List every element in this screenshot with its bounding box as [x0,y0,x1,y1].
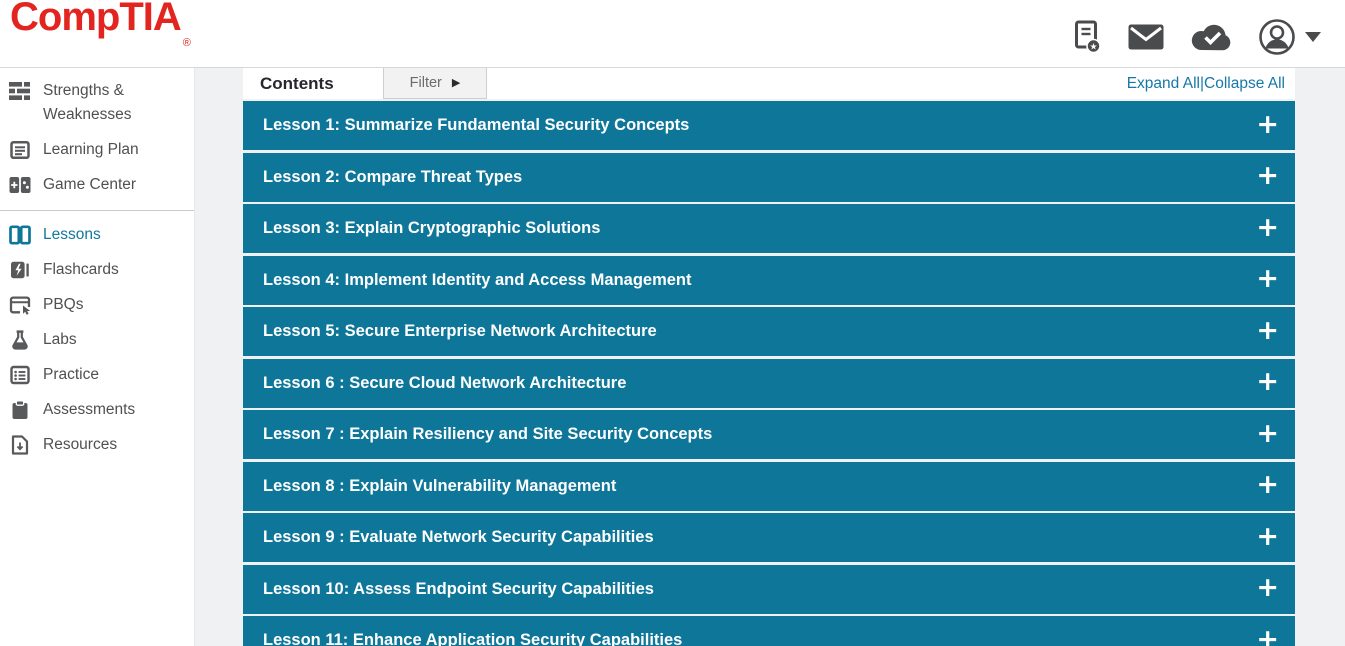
caret-down-icon [1305,32,1321,42]
lesson-title: Lesson 3: Explain Cryptographic Solution… [263,219,600,238]
filter-button[interactable]: Filter ▶ [383,68,487,99]
filter-arrow-icon: ▶ [452,78,460,89]
lesson-title: Lesson 10: Assess Endpoint Security Capa… [263,580,654,599]
lesson-title: Lesson 4: Implement Identity and Access … [263,271,692,290]
lesson-title: Lesson 1: Summarize Fundamental Security… [263,116,689,135]
expand-plus-icon[interactable]: + [1256,368,1279,395]
sidebar-item-flashcards[interactable]: Flashcards [0,253,194,288]
svg-text:★: ★ [1089,41,1097,51]
comptia-logo[interactable]: CompTIA ® [10,0,190,66]
logo-text: CompTIA [10,0,181,40]
sidebar-item-lessons[interactable]: Lessons [0,218,194,253]
expand-collapse-links: Expand All | Collapse All [1127,75,1295,93]
sidebar-divider [0,210,194,211]
lesson-title: Lesson 8 : Explain Vulnerability Managem… [263,477,616,496]
main-area: Strengths & Weaknesses Learning Plan [0,68,1345,646]
sidebar-item-learning-plan[interactable]: Learning Plan [0,133,194,168]
mail-icon[interactable] [1128,24,1164,50]
lesson-title: Lesson 7 : Explain Resiliency and Site S… [263,425,712,444]
lesson-row-7[interactable]: Lesson 7 : Explain Resiliency and Site S… [243,410,1295,459]
expand-all-link[interactable]: Expand All [1127,75,1200,93]
sidebar-item-strengths-weaknesses[interactable]: Strengths & Weaknesses [0,74,194,133]
account-menu[interactable] [1258,18,1321,56]
lesson-row-9[interactable]: Lesson 9 : Evaluate Network Security Cap… [243,513,1295,562]
top-header: CompTIA ® ★ [0,0,1345,68]
sidebar-item-labs[interactable]: Labs [0,323,194,358]
lesson-row-5[interactable]: Lesson 5: Secure Enterprise Network Arch… [243,307,1295,356]
expand-plus-icon[interactable]: + [1256,265,1279,292]
lesson-title: Lesson 6 : Secure Cloud Network Architec… [263,374,626,393]
sidebar-item-pbqs[interactable]: PBQs [0,288,194,323]
page-title: Contents [243,74,334,94]
sidebar-item-resources[interactable]: Resources [0,428,194,463]
learning-plan-icon [8,140,32,160]
sidebar-item-label: Assessments [43,398,135,422]
lesson-title: Lesson 11: Enhance Application Security … [263,631,682,646]
resources-download-icon [8,435,32,455]
expand-plus-icon[interactable]: + [1256,317,1279,344]
expand-plus-icon[interactable]: + [1256,523,1279,550]
sidebar-item-assessments[interactable]: Assessments [0,393,194,428]
sidebar-item-label: Labs [43,328,77,352]
expand-plus-icon[interactable]: + [1256,111,1279,138]
lesson-accordion-list: Lesson 1: Summarize Fundamental Security… [243,101,1295,646]
account-icon [1258,18,1296,56]
practice-list-icon [8,365,32,385]
sidebar-item-label: Learning Plan [43,138,139,162]
pbqs-icon [8,295,32,315]
expand-plus-icon[interactable]: + [1256,214,1279,241]
sidebar-nav: Strengths & Weaknesses Learning Plan [0,68,195,646]
lesson-row-11[interactable]: Lesson 11: Enhance Application Security … [243,616,1295,646]
flashcards-icon [8,260,32,280]
registered-mark: ® [183,20,190,66]
lesson-row-8[interactable]: Lesson 8 : Explain Vulnerability Managem… [243,462,1295,511]
expand-plus-icon[interactable]: + [1256,420,1279,447]
expand-plus-icon[interactable]: + [1256,626,1279,646]
lesson-row-6[interactable]: Lesson 6 : Secure Cloud Network Architec… [243,359,1295,408]
strengths-weaknesses-icon [8,81,32,101]
sidebar-item-label: Strengths & Weaknesses [43,79,184,127]
lessons-book-icon [8,225,32,245]
sidebar-item-label: Game Center [43,173,136,197]
lesson-row-3[interactable]: Lesson 3: Explain Cryptographic Solution… [243,204,1295,253]
lesson-row-1[interactable]: Lesson 1: Summarize Fundamental Security… [243,101,1295,150]
lesson-row-4[interactable]: Lesson 4: Implement Identity and Access … [243,256,1295,305]
report-star-icon[interactable]: ★ [1073,20,1101,54]
expand-plus-icon[interactable]: + [1256,162,1279,189]
sidebar-item-label: Flashcards [43,258,119,282]
lesson-title: Lesson 2: Compare Threat Types [263,168,522,187]
header-icon-bar: ★ [1073,18,1321,56]
sidebar-item-game-center[interactable]: Game Center [0,168,194,203]
sidebar-item-label: Lessons [43,223,101,247]
sidebar-item-label: PBQs [43,293,83,317]
collapse-all-link[interactable]: Collapse All [1204,75,1285,93]
game-center-icon [8,175,32,195]
lesson-title: Lesson 9 : Evaluate Network Security Cap… [263,528,654,547]
lesson-row-2[interactable]: Lesson 2: Compare Threat Types + [243,153,1295,202]
lesson-title: Lesson 5: Secure Enterprise Network Arch… [263,322,657,341]
expand-plus-icon[interactable]: + [1256,574,1279,601]
expand-plus-icon[interactable]: + [1256,471,1279,498]
sidebar-item-label: Resources [43,433,117,457]
content-panel: Contents Filter ▶ Expand All | Collapse … [243,68,1295,646]
sidebar-item-label: Practice [43,363,99,387]
filter-label: Filter [410,75,442,91]
labs-flask-icon [8,330,32,350]
contents-toolbar: Contents Filter ▶ Expand All | Collapse … [243,68,1295,99]
assessments-clipboard-icon [8,400,32,420]
sidebar-item-practice[interactable]: Practice [0,358,194,393]
cloud-check-icon[interactable] [1191,23,1231,51]
lesson-row-10[interactable]: Lesson 10: Assess Endpoint Security Capa… [243,565,1295,614]
